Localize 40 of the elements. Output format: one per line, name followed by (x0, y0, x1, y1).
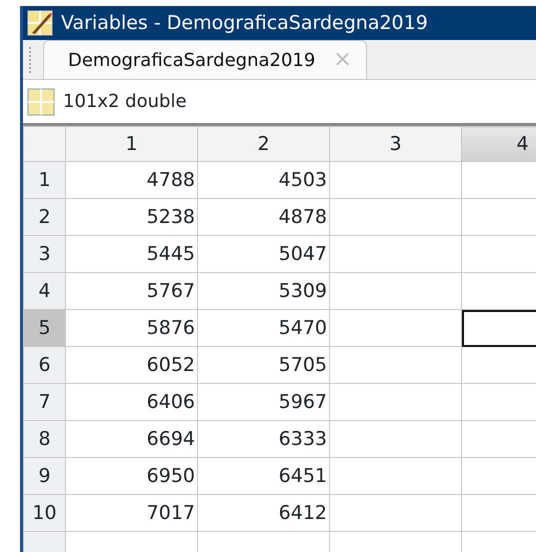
table-cell: 5876 (66, 310, 198, 346)
row-header[interactable]: 10 (24, 494, 66, 532)
table-cell: 6052 (66, 346, 198, 384)
table-cell: 6451 (198, 458, 330, 494)
row-header[interactable]: 4 (24, 272, 66, 310)
table-cell: 5767 (66, 272, 198, 310)
window-title: Variables - DemograficaSardegna2019 (61, 10, 428, 36)
column-header[interactable]: 4 (462, 126, 536, 162)
row-header[interactable]: 8 (24, 420, 66, 458)
matrix-icon (27, 88, 55, 116)
editor-tab[interactable]: DemograficaSardegna2019 × (43, 40, 367, 79)
column-header[interactable]: 1 (66, 126, 198, 162)
table-cell: 5705 (198, 346, 330, 384)
table-cell: 4503 (198, 162, 330, 198)
row-header[interactable]: 1 (24, 162, 66, 198)
pencil-grid-icon (27, 10, 53, 36)
column-header[interactable]: 2 (198, 126, 330, 162)
table-cell: 6333 (198, 420, 330, 458)
table-cell: 6412 (198, 494, 330, 532)
table-cell: 4878 (198, 198, 330, 236)
table-cell: 5238 (66, 198, 198, 236)
row-header[interactable]: 7 (24, 384, 66, 420)
column-header[interactable]: 3 (330, 126, 462, 162)
table-cell: 5309 (198, 272, 330, 310)
row-header[interactable]: 6 (24, 346, 66, 384)
variable-size-label: 101x2 double (63, 90, 187, 114)
table-cell: 5047 (198, 236, 330, 272)
table-cell: 6694 (66, 420, 198, 458)
table-cell: 6406 (66, 384, 198, 420)
table-cell: 4788 (66, 162, 198, 198)
row-header[interactable]: 2 (24, 198, 66, 236)
corner-cell[interactable] (24, 126, 66, 162)
table-cell: 5967 (198, 384, 330, 420)
table-cell: 5470 (198, 310, 330, 346)
row-header[interactable]: 5 (24, 310, 66, 346)
table-cell: 7017 (66, 494, 198, 532)
row-header[interactable]: 3 (24, 236, 66, 272)
row-header[interactable]: 9 (24, 458, 66, 494)
table-cell: 5445 (66, 236, 198, 272)
table-cell: 6950 (66, 458, 198, 494)
